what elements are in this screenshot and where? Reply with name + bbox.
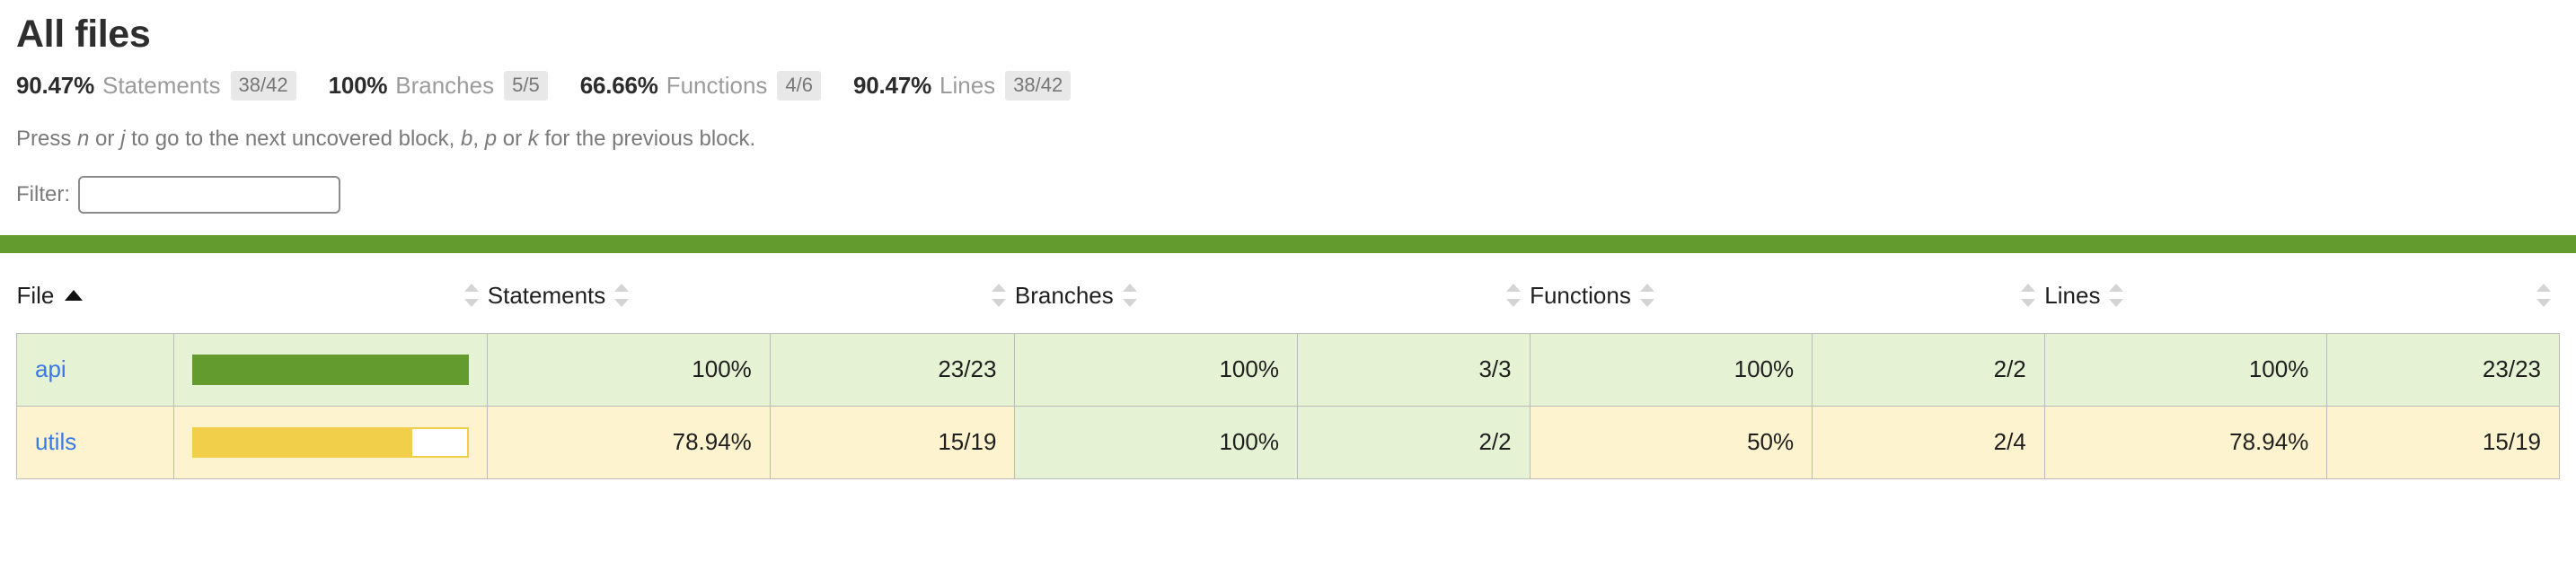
help-key-n: n [77, 127, 90, 152]
help-segment: for the previous block. [538, 127, 756, 152]
sort-toggle-icon-functions-abs[interactable] [2021, 282, 2036, 309]
coverage-summary-strip: 90.47% Statements 38/42 100% Branches 5/… [16, 71, 2560, 101]
coverage-table-area: File Statements Branches Functions Lines… [0, 252, 2576, 479]
row-branches-pct: 100% [1014, 405, 1298, 479]
keyboard-help-text: Press n or j to go to the next uncovered… [16, 127, 2560, 153]
summary-metric-functions: 66.66% Functions 4/6 [579, 71, 822, 101]
summary-functions-fraction: 4/6 [777, 71, 822, 101]
summary-branches-fraction: 5/5 [504, 71, 548, 101]
sort-toggle-icon-branches-abs[interactable] [1506, 282, 1522, 309]
coverage-bar-fill [191, 427, 411, 458]
summary-branches-label: Branches [395, 72, 495, 100]
summary-statements-pct: 90.47% [16, 72, 94, 100]
column-header-lines-label: Lines [2044, 281, 2101, 309]
coverage-table-header-row: File Statements Branches Functions Lines [16, 252, 2560, 334]
summary-functions-pct: 66.66% [579, 72, 658, 100]
column-header-branches-label: Branches [1014, 281, 1114, 309]
column-header-file[interactable]: File [16, 252, 488, 334]
row-lines-pct: 100% [2043, 332, 2328, 407]
row-statements-pct: 100% [487, 332, 771, 407]
sort-toggle-icon-pic[interactable] [463, 282, 479, 309]
row-statements-abs: 23/23 [769, 332, 1016, 407]
file-link-api[interactable]: api [35, 355, 66, 382]
overall-coverage-status-bar [0, 234, 2576, 253]
coverage-bar-chart [191, 355, 470, 385]
help-key-k: k [527, 127, 539, 152]
page-title: All files [16, 13, 151, 56]
filter-input[interactable] [78, 175, 340, 214]
row-functions-pct: 100% [1529, 332, 1813, 407]
summary-metric-branches: 100% Branches 5/5 [329, 71, 548, 101]
coverage-bar-empty [410, 427, 470, 458]
help-segment: Press [16, 127, 78, 152]
summary-statements-fraction: 38/42 [230, 71, 296, 101]
sort-toggle-icon-lines-pct[interactable] [2109, 282, 2124, 309]
summary-metric-statements: 90.47% Statements 38/42 [16, 71, 296, 101]
column-header-file-label: File [16, 281, 55, 309]
coverage-bar-chart [191, 427, 470, 458]
coverage-table-body: api 100% 23/23 100% 3/3 100% 2/2 100% 23… [16, 332, 2560, 479]
sort-ascending-icon[interactable] [65, 286, 84, 304]
row-branches-abs: 3/3 [1296, 332, 1531, 407]
help-segment: or [89, 127, 121, 152]
row-branches-abs: 2/2 [1296, 405, 1531, 479]
row-functions-pct: 50% [1529, 405, 1813, 479]
row-file-cell: utils [16, 405, 174, 479]
help-key-b: b [460, 127, 473, 152]
row-coverage-bar-cell [172, 332, 489, 407]
filter-row: Filter: [16, 175, 2560, 214]
help-segment: , [472, 127, 485, 152]
report-header: All files 90.47% Statements 38/42 100% B… [0, 0, 2576, 214]
row-coverage-bar-cell [172, 405, 489, 479]
summary-lines-pct: 90.47% [853, 72, 931, 100]
sort-toggle-icon-statements-abs[interactable] [991, 282, 1006, 309]
coverage-bar-fill [191, 355, 470, 385]
row-lines-abs: 23/23 [2326, 332, 2560, 407]
summary-metric-lines: 90.47% Lines 38/42 [853, 71, 1072, 101]
sort-toggle-icon-lines-abs[interactable] [2536, 282, 2551, 309]
help-segment: or [497, 127, 528, 152]
row-statements-abs: 15/19 [769, 405, 1016, 479]
table-row: utils 78.94% 15/19 100% 2/2 50% 2/4 78.9… [16, 405, 2560, 479]
row-lines-abs: 15/19 [2326, 405, 2560, 479]
row-branches-pct: 100% [1014, 332, 1298, 407]
row-file-cell: api [16, 332, 174, 407]
sort-toggle-icon-statements-pct[interactable] [614, 282, 630, 309]
column-header-lines[interactable]: Lines [2044, 252, 2560, 334]
column-header-statements[interactable]: Statements [487, 252, 1015, 334]
row-statements-pct: 78.94% [487, 405, 771, 479]
column-header-functions-label: Functions [1530, 281, 1631, 309]
summary-functions-label: Functions [666, 72, 768, 100]
filter-label: Filter: [16, 181, 70, 206]
summary-lines-label: Lines [940, 72, 996, 100]
sort-toggle-icon-branches-pct[interactable] [1122, 282, 1137, 309]
column-header-branches[interactable]: Branches [1014, 252, 1531, 334]
help-segment: to go to the next uncovered block, [125, 127, 461, 152]
row-functions-abs: 2/2 [1812, 332, 2045, 407]
summary-statements-label: Statements [101, 72, 221, 100]
column-header-functions[interactable]: Functions [1530, 252, 2045, 334]
help-key-p: p [484, 127, 498, 152]
sort-toggle-icon-functions-pct[interactable] [1639, 282, 1654, 309]
coverage-summary-table: File Statements Branches Functions Lines… [16, 252, 2560, 479]
summary-lines-fraction: 38/42 [1005, 71, 1072, 101]
file-link-utils[interactable]: utils [35, 428, 76, 455]
table-row: api 100% 23/23 100% 3/3 100% 2/2 100% 23… [16, 332, 2560, 407]
column-header-statements-label: Statements [487, 281, 606, 309]
summary-branches-pct: 100% [328, 72, 388, 100]
row-lines-pct: 78.94% [2043, 405, 2328, 479]
row-functions-abs: 2/4 [1812, 405, 2045, 479]
